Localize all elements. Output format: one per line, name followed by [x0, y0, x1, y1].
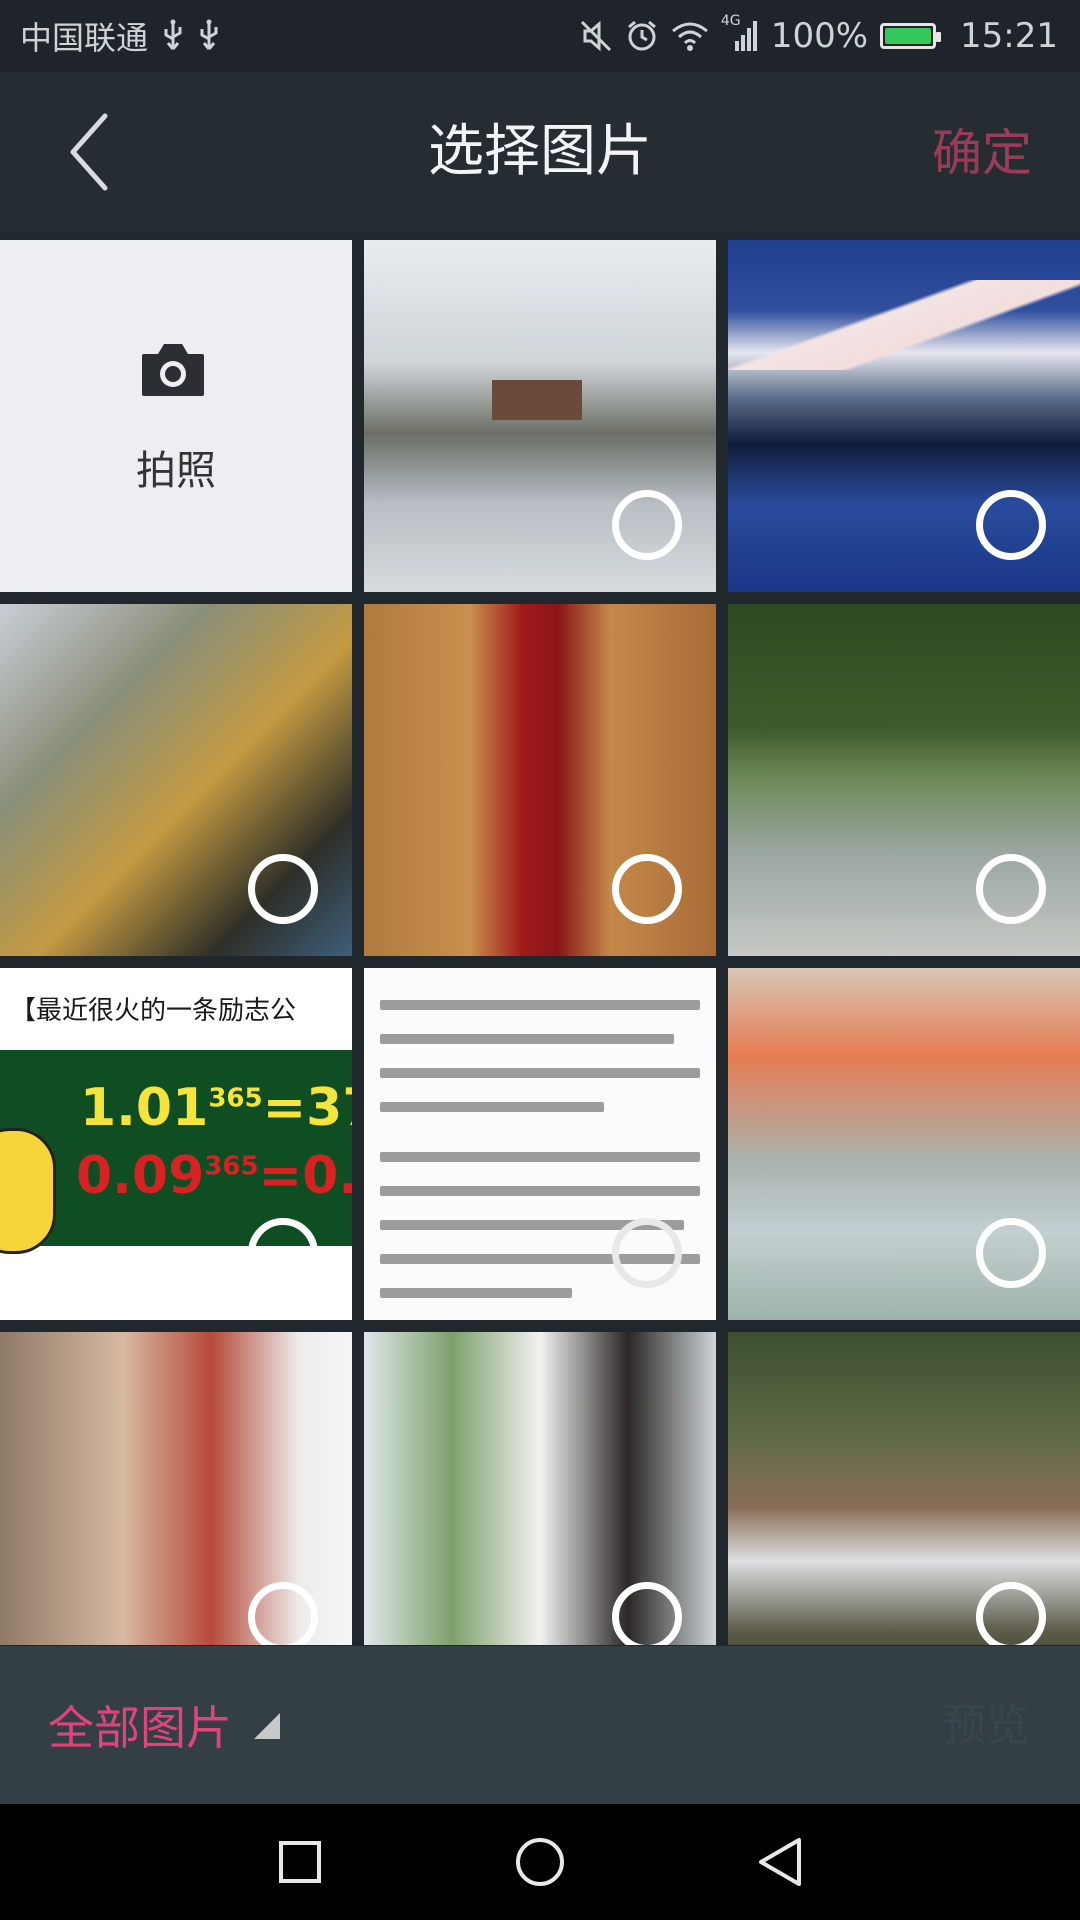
- status-left: 中国联通: [20, 0, 220, 72]
- photo-tile[interactable]: [728, 968, 1080, 1320]
- chevron-left-icon: [70, 113, 108, 191]
- select-checkbox[interactable]: [612, 854, 682, 924]
- select-checkbox[interactable]: [976, 854, 1046, 924]
- album-label: 全部图片: [48, 1701, 232, 1755]
- formula-line-2-base: 0.09: [76, 1146, 205, 1206]
- clock: 15:21: [960, 16, 1058, 56]
- dropdown-triangle-icon: [254, 1713, 280, 1739]
- home-icon: [516, 1838, 564, 1886]
- formula-line-2: 0.09365=0.0: [76, 1146, 352, 1206]
- formula-line-1: 1.01365=37.: [80, 1078, 352, 1138]
- cartoon-monkey: [0, 1128, 56, 1254]
- system-navigation-bar: [0, 1804, 1080, 1920]
- usb-icon: [198, 19, 220, 53]
- photo-tile[interactable]: [728, 604, 1080, 956]
- take-photo-tile[interactable]: 拍照: [0, 240, 352, 592]
- photo-tile[interactable]: 【最近很火的一条励志公 1.01365=37. 0.09365=0.0: [0, 968, 352, 1320]
- photo-tile[interactable]: [364, 1332, 716, 1645]
- select-checkbox[interactable]: [976, 1582, 1046, 1645]
- photo-tile[interactable]: [0, 604, 352, 956]
- formula-line-2-result: =0.0: [258, 1146, 352, 1206]
- usb-icon: [162, 19, 184, 53]
- take-photo-label: 拍照: [136, 448, 216, 494]
- photo-fog-temple: [492, 380, 582, 420]
- formula-line-1-exponent: 365: [208, 1083, 263, 1114]
- photo-tile[interactable]: [364, 604, 716, 956]
- select-checkbox[interactable]: [248, 854, 318, 924]
- recent-apps-button[interactable]: [270, 1832, 330, 1892]
- battery-percent: 100%: [770, 16, 869, 56]
- photo-tile[interactable]: [728, 240, 1080, 592]
- select-checkbox[interactable]: [612, 1218, 682, 1288]
- mute-icon: [579, 19, 613, 53]
- photo-tile[interactable]: [728, 1332, 1080, 1645]
- select-checkbox[interactable]: [612, 490, 682, 560]
- album-selector[interactable]: 全部图片: [48, 1690, 282, 1760]
- preview-button[interactable]: 预览: [942, 1696, 1030, 1756]
- battery-icon: [880, 23, 942, 49]
- photo-grid: 拍照 【最近很火的一条励志公 1.01365=37.: [0, 240, 1080, 1645]
- select-checkbox[interactable]: [976, 1218, 1046, 1288]
- carrier-name: 中国联通: [20, 19, 149, 57]
- formula-line-2-exponent: 365: [204, 1151, 259, 1182]
- photo-tile[interactable]: [364, 240, 716, 592]
- formula-header-text: 【最近很火的一条励志公: [10, 996, 297, 1026]
- top-app-bar: 选择图片 确定: [0, 72, 1080, 232]
- formula-line-1-result: =37.: [262, 1078, 352, 1138]
- status-bar: 中国联通 4G 100% 15:21: [0, 0, 1080, 72]
- back-icon: [759, 1838, 801, 1886]
- status-right: 4G 100% 15:21: [579, 0, 1058, 72]
- wifi-icon: [671, 21, 709, 51]
- nav-back-button[interactable]: [750, 1832, 810, 1892]
- network-type: 4G: [720, 13, 741, 29]
- page-title: 选择图片: [428, 119, 652, 184]
- back-button[interactable]: [40, 102, 140, 202]
- bottom-toolbar: 全部图片 预览: [0, 1646, 1080, 1804]
- battery-level: [885, 28, 932, 44]
- photo-snow-mountain-reflection: [728, 280, 1080, 370]
- alarm-icon: [625, 19, 659, 53]
- confirm-button[interactable]: 确定: [932, 118, 1032, 188]
- select-checkbox[interactable]: [248, 1582, 318, 1645]
- select-checkbox[interactable]: [976, 490, 1046, 560]
- select-checkbox[interactable]: [248, 1218, 318, 1288]
- recent-apps-icon: [279, 1841, 321, 1883]
- photo-picker-screen: 中国联通 4G 100% 15:21 选择图片 确定 拍照 【最近很火的一条励志…: [0, 0, 1080, 1920]
- camera-icon: [142, 344, 204, 396]
- formula-header-bar: 【最近很火的一条励志公: [0, 968, 352, 1050]
- home-button[interactable]: [510, 1832, 570, 1892]
- signal-icon: 4G: [721, 13, 759, 53]
- photo-tile[interactable]: [364, 968, 716, 1320]
- select-checkbox[interactable]: [612, 1582, 682, 1645]
- formula-line-1-base: 1.01: [80, 1078, 209, 1138]
- photo-tile[interactable]: [0, 1332, 352, 1645]
